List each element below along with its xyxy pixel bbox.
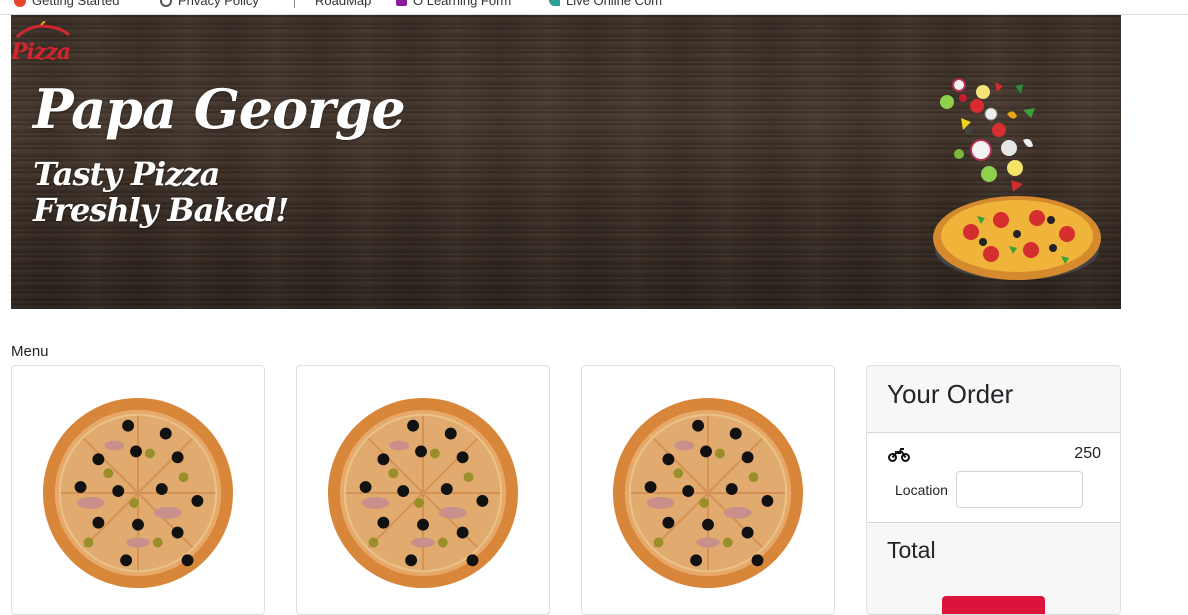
bookmark-privacy-policy[interactable]: Privacy Policy xyxy=(160,0,259,8)
seafood-pizza-image xyxy=(42,397,234,589)
pizza-logo[interactable]: Pizza xyxy=(11,20,81,65)
checkout-button[interactable] xyxy=(942,596,1045,614)
seafood-pizza-image xyxy=(327,397,519,589)
bookmarks-bar: Getting Started Privacy Policy RoadMap O… xyxy=(0,0,1188,15)
pizza-card-2[interactable] xyxy=(296,365,550,615)
order-panel: Your Order 250 Location Total xyxy=(866,365,1121,615)
order-title: Your Order xyxy=(887,379,1014,409)
bookmark-separator xyxy=(294,0,295,8)
logo-text: Pizza xyxy=(11,39,71,65)
menu-heading: Menu xyxy=(11,343,49,360)
bookmark-roadmap[interactable]: RoadMap xyxy=(315,0,371,8)
order-footer: Total xyxy=(867,522,1120,614)
firefox-icon xyxy=(14,0,26,7)
hero-banner: Pizza Papa George Tasty Pizza Freshly Ba… xyxy=(11,15,1121,309)
location-label: Location xyxy=(895,482,948,498)
motorcycle-icon xyxy=(888,448,910,462)
bookmark-getting-started[interactable]: Getting Started xyxy=(14,0,119,8)
logo-hat-icon xyxy=(15,20,71,39)
bookmark-label: Privacy Policy xyxy=(178,0,259,8)
form-icon xyxy=(396,0,407,6)
pizza-card-3[interactable] xyxy=(581,365,835,615)
hero-subtitle-line1: Tasty Pizza xyxy=(33,155,220,193)
pizza-card-1[interactable] xyxy=(11,365,265,615)
order-header: Your Order xyxy=(867,366,1120,433)
seafood-pizza-image xyxy=(612,397,804,589)
flying-toppings-pizza-image xyxy=(933,78,1101,280)
bookmark-label: O Learning Form xyxy=(413,0,512,8)
total-label: Total xyxy=(887,537,936,563)
globe-icon xyxy=(160,0,172,7)
bookmark-learning-form[interactable]: O Learning Form xyxy=(396,0,511,8)
bookmark-live-online[interactable]: Live Online Com xyxy=(549,0,662,8)
hero-subtitle-line2: Freshly Baked! xyxy=(33,191,289,229)
delivery-price: 250 xyxy=(1074,445,1101,462)
bookmark-label: RoadMap xyxy=(315,0,372,8)
leaf-icon xyxy=(549,0,560,6)
hero-title: Papa George xyxy=(33,77,406,141)
location-input[interactable] xyxy=(956,471,1083,508)
bookmark-label: Getting Started xyxy=(32,0,120,8)
bookmark-label: Live Online Com xyxy=(566,0,663,8)
